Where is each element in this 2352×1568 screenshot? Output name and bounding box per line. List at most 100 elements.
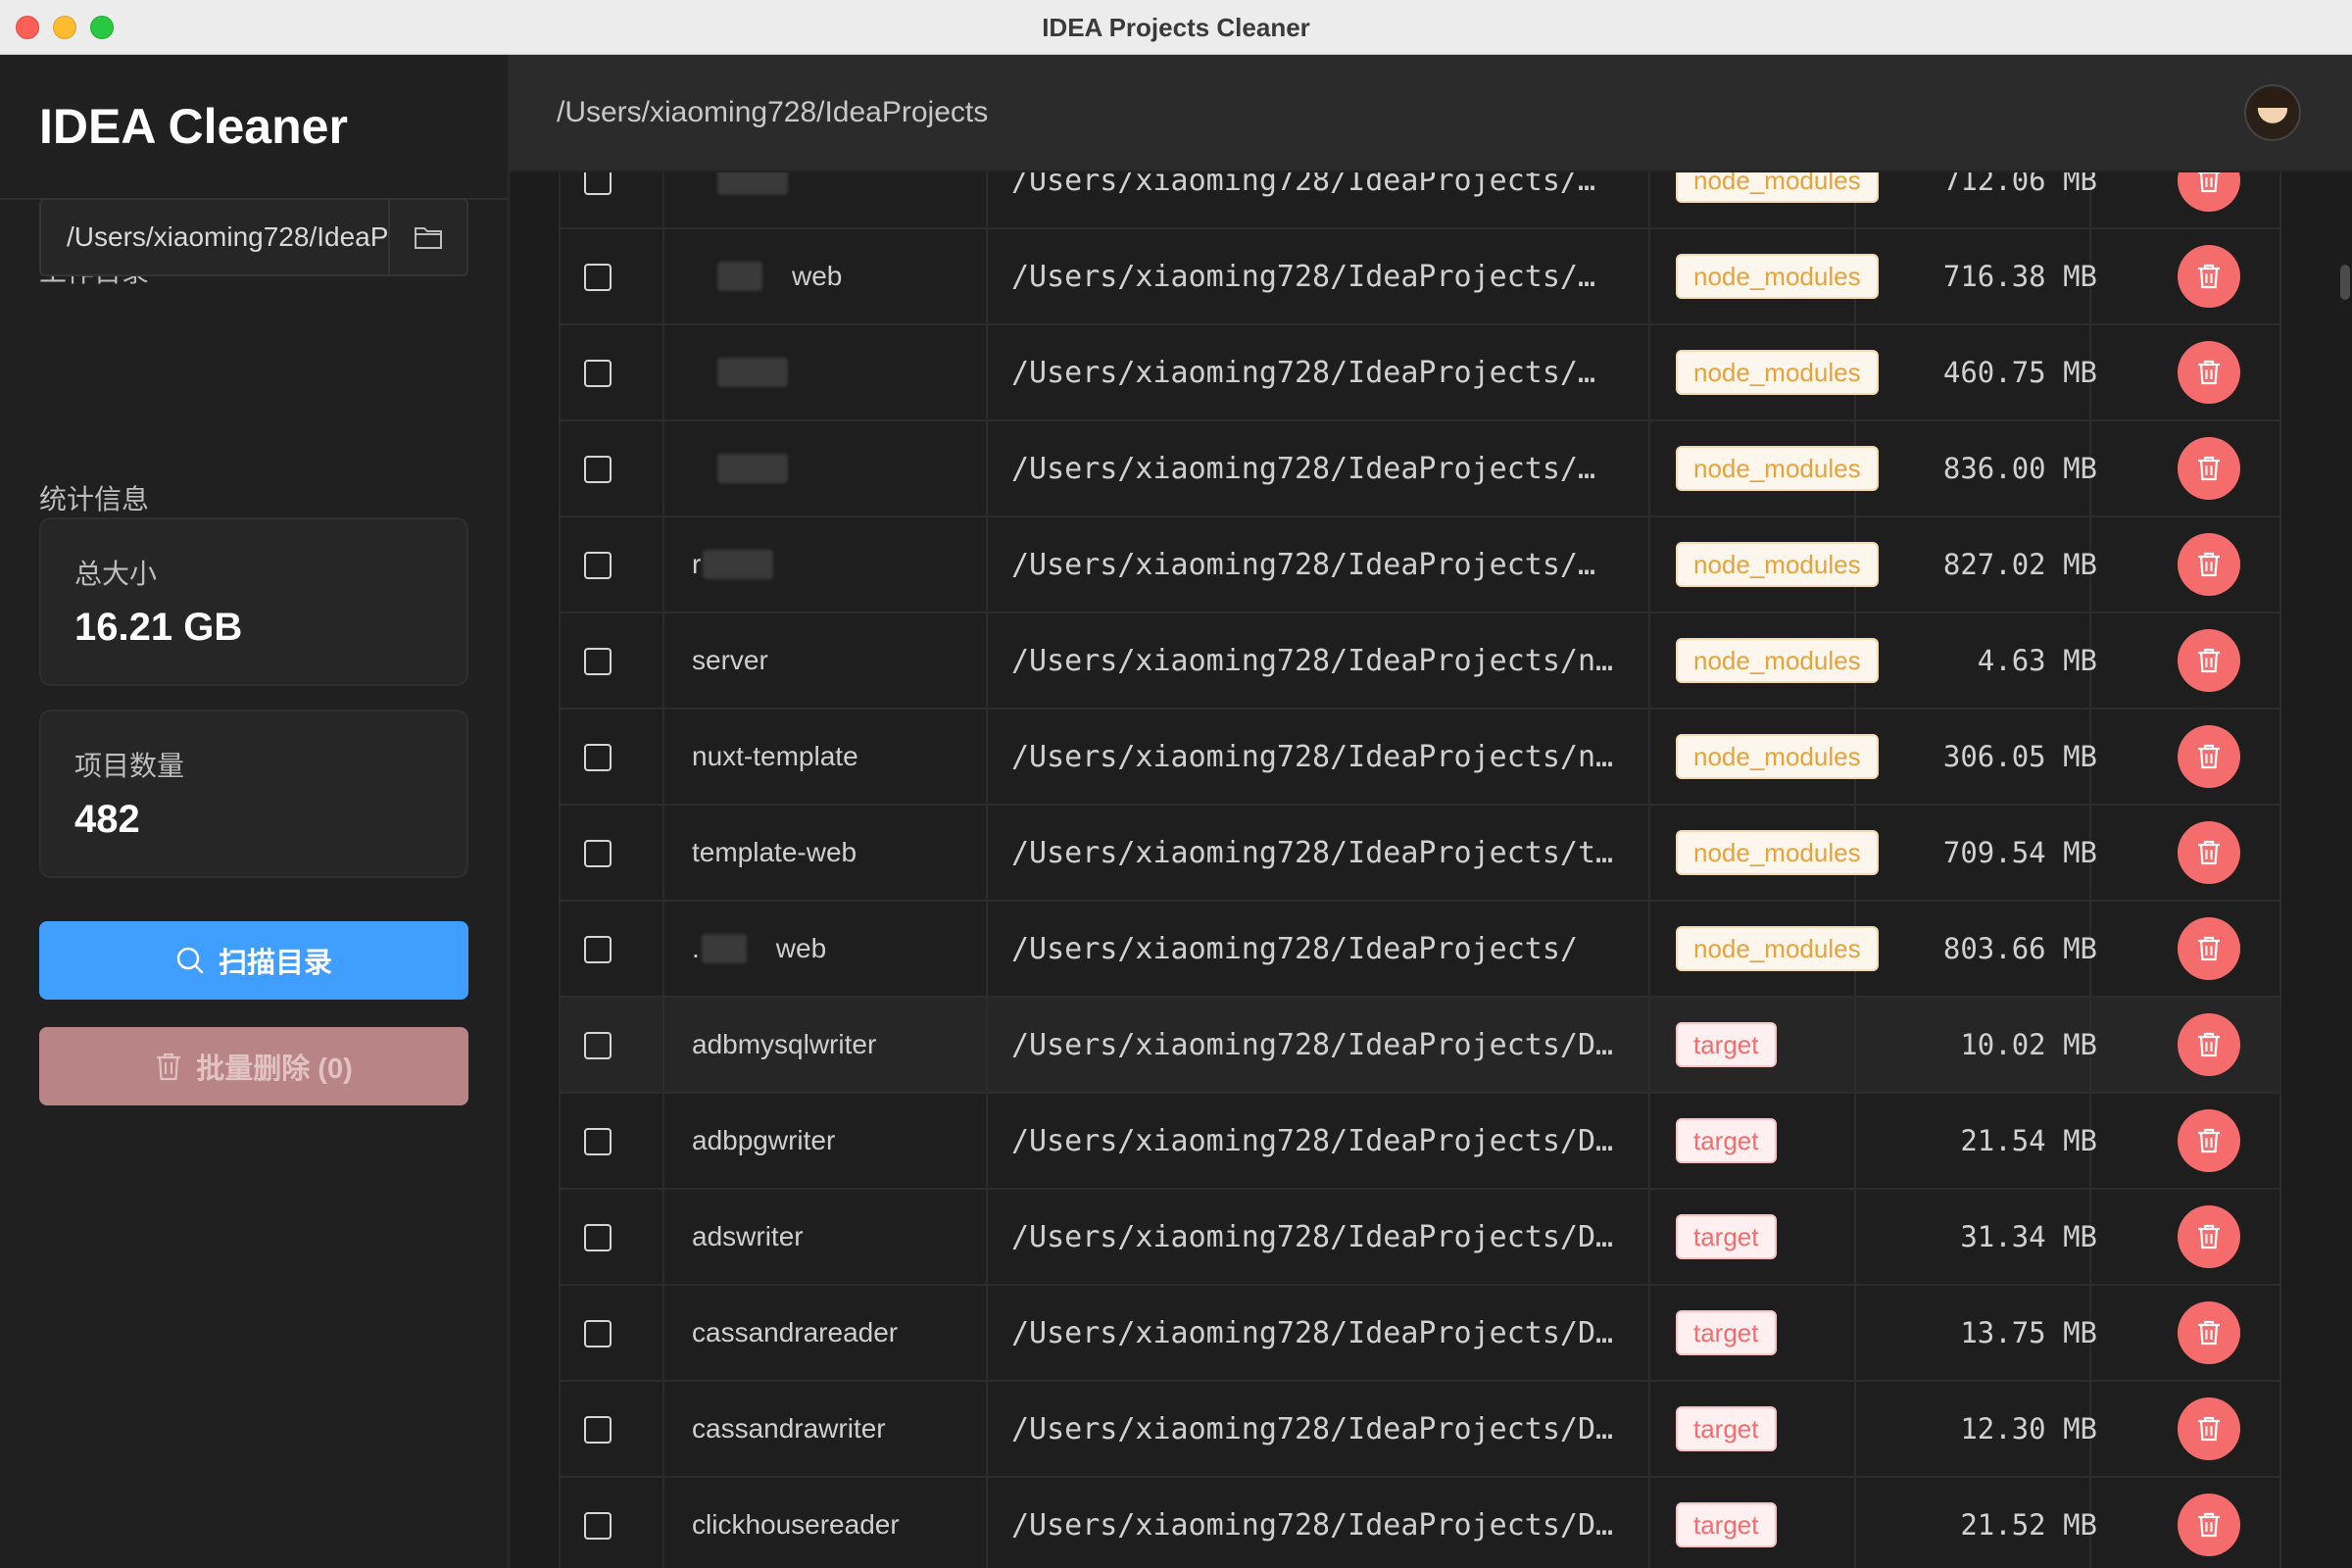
project-path-text: /Users/xiaoming728/IdeaProjects/… bbox=[1011, 451, 1596, 486]
delete-row-button[interactable] bbox=[2178, 1109, 2240, 1172]
delete-row-button[interactable] bbox=[2178, 917, 2240, 980]
row-checkbox[interactable] bbox=[584, 1224, 612, 1251]
project-path: /Users/xiaoming728/IdeaProjects/… bbox=[1011, 421, 1629, 515]
table-row[interactable]: /Users/xiaoming728/IdeaProjects/… node_mo… bbox=[559, 421, 2281, 517]
batch-delete-button[interactable]: 批量删除 (0) bbox=[39, 1027, 468, 1105]
project-name: cassandrareader bbox=[692, 1286, 986, 1380]
column-divider bbox=[1648, 998, 1650, 1092]
project-path: /Users/xiaoming728/IdeaProjects/nux… bbox=[1011, 613, 1629, 708]
column-divider bbox=[662, 325, 664, 419]
project-name: cassandrawriter bbox=[692, 1382, 986, 1476]
column-divider bbox=[1854, 1286, 1856, 1380]
column-divider bbox=[662, 229, 664, 323]
trash-icon bbox=[2198, 1128, 2220, 1153]
type-cell: node_modules bbox=[1676, 325, 1879, 419]
row-checkbox[interactable] bbox=[584, 1128, 612, 1155]
workdir-input[interactable] bbox=[41, 200, 388, 274]
project-name-suffix: web bbox=[775, 933, 827, 963]
column-divider bbox=[1648, 229, 1650, 323]
project-name: server bbox=[692, 613, 986, 708]
scrollbar[interactable] bbox=[2334, 172, 2352, 1568]
type-cell: node_modules bbox=[1676, 710, 1879, 804]
project-path: /Users/xiaoming728/IdeaProjects/… bbox=[1011, 517, 1629, 612]
project-path-text: /Users/xiaoming728/IdeaProjects/Dat… bbox=[1011, 1123, 1629, 1158]
row-checkbox[interactable] bbox=[584, 936, 612, 963]
redacted-text bbox=[717, 358, 788, 387]
choose-folder-button[interactable] bbox=[388, 200, 466, 274]
total-size-label: 总大小 bbox=[74, 559, 158, 589]
project-size: 709.54 MB bbox=[1942, 836, 2097, 869]
project-name-text: r bbox=[692, 549, 702, 579]
table-row[interactable]: adswriter/Users/xiaoming728/IdeaProjects… bbox=[559, 1190, 2281, 1286]
row-checkbox[interactable] bbox=[584, 648, 612, 675]
delete-row-button[interactable] bbox=[2178, 629, 2240, 692]
table-row[interactable]: web/Users/xiaoming728/IdeaProjects/… node… bbox=[559, 229, 2281, 325]
row-checkbox[interactable] bbox=[584, 1416, 612, 1444]
table-row[interactable]: /Users/xiaoming728/IdeaProjects/… node_mo… bbox=[559, 325, 2281, 421]
row-checkbox[interactable] bbox=[584, 1032, 612, 1059]
column-divider bbox=[662, 613, 664, 708]
project-size: 4.63 MB bbox=[1977, 644, 2097, 677]
redacted-text bbox=[701, 934, 747, 963]
table-row[interactable]: server/Users/xiaoming728/IdeaProjects/nu… bbox=[559, 613, 2281, 710]
delete-row-button[interactable] bbox=[2178, 1494, 2240, 1556]
row-checkbox[interactable] bbox=[584, 744, 612, 771]
delete-row-button[interactable] bbox=[2178, 245, 2240, 308]
delete-row-button[interactable] bbox=[2178, 341, 2240, 404]
delete-row-button[interactable] bbox=[2178, 1301, 2240, 1364]
project-path-text: /Users/xiaoming728/IdeaProjects/ bbox=[1011, 931, 1578, 966]
total-size-card: 总大小 16.21 GB bbox=[39, 517, 468, 686]
column-divider bbox=[986, 229, 988, 323]
column-divider bbox=[1648, 1382, 1650, 1476]
scrollbar-thumb[interactable] bbox=[2340, 265, 2350, 300]
project-path-text: /Users/xiaoming728/IdeaProjects/nux… bbox=[1011, 739, 1629, 774]
type-tag: node_modules bbox=[1676, 172, 1879, 203]
project-name-text: adbmysqlwriter bbox=[692, 1029, 877, 1059]
row-checkbox[interactable] bbox=[584, 360, 612, 387]
delete-row-button[interactable] bbox=[2178, 172, 2240, 212]
table-row[interactable]: adbmysqlwriter/Users/xiaoming728/IdeaPro… bbox=[559, 998, 2281, 1094]
type-cell: node_modules bbox=[1676, 517, 1879, 612]
window-title: IDEA Projects Cleaner bbox=[1042, 13, 1310, 42]
column-divider bbox=[1854, 998, 1856, 1092]
table-row[interactable]: . web/Users/xiaoming728/IdeaProjects/node… bbox=[559, 902, 2281, 998]
column-divider bbox=[986, 421, 988, 515]
column-divider bbox=[1648, 902, 1650, 996]
row-checkbox[interactable] bbox=[584, 1512, 612, 1540]
redacted-text bbox=[717, 172, 788, 195]
table-row[interactable]: /Users/xiaoming728/IdeaProjects/… node_mo… bbox=[559, 172, 2281, 229]
type-tag: target bbox=[1676, 1118, 1777, 1163]
row-checkbox[interactable] bbox=[584, 264, 612, 291]
avatar[interactable] bbox=[2244, 84, 2301, 141]
row-checkbox[interactable] bbox=[584, 840, 612, 867]
type-cell: node_modules bbox=[1676, 613, 1879, 708]
row-checkbox[interactable] bbox=[584, 1320, 612, 1348]
column-divider bbox=[986, 1478, 988, 1568]
delete-row-button[interactable] bbox=[2178, 533, 2240, 596]
table-row[interactable]: clickhousereader/Users/xiaoming728/IdeaP… bbox=[559, 1478, 2281, 1568]
trash-icon bbox=[2198, 1416, 2220, 1442]
delete-row-button[interactable] bbox=[2178, 1397, 2240, 1460]
delete-row-button[interactable] bbox=[2178, 821, 2240, 884]
row-checkbox[interactable] bbox=[584, 172, 612, 195]
scan-button[interactable]: 扫描目录 bbox=[39, 921, 468, 1000]
row-checkbox[interactable] bbox=[584, 456, 612, 483]
type-tag: target bbox=[1676, 1310, 1777, 1355]
trash-icon bbox=[2198, 744, 2220, 769]
delete-row-button[interactable] bbox=[2178, 725, 2240, 788]
table-row[interactable]: cassandrawriter/Users/xiaoming728/IdeaPr… bbox=[559, 1382, 2281, 1478]
table-row[interactable]: template-web/Users/xiaoming728/IdeaProje… bbox=[559, 806, 2281, 902]
table-row[interactable]: cassandrareader/Users/xiaoming728/IdeaPr… bbox=[559, 1286, 2281, 1382]
type-cell: node_modules bbox=[1676, 806, 1879, 900]
table-row[interactable]: r/Users/xiaoming728/IdeaProjects/… node_m… bbox=[559, 517, 2281, 613]
project-path: /Users/xiaoming728/IdeaProjects/Dat… bbox=[1011, 1382, 1629, 1476]
type-tag: node_modules bbox=[1676, 734, 1879, 779]
delete-row-button[interactable] bbox=[2178, 1205, 2240, 1268]
trash-icon bbox=[2198, 648, 2220, 673]
table-row[interactable]: adbpgwriter/Users/xiaoming728/IdeaProjec… bbox=[559, 1094, 2281, 1190]
row-checkbox[interactable] bbox=[584, 552, 612, 579]
delete-row-button[interactable] bbox=[2178, 1013, 2240, 1076]
table-row[interactable]: nuxt-template/Users/xiaoming728/IdeaProj… bbox=[559, 710, 2281, 806]
column-divider bbox=[1854, 1094, 1856, 1188]
delete-row-button[interactable] bbox=[2178, 437, 2240, 500]
